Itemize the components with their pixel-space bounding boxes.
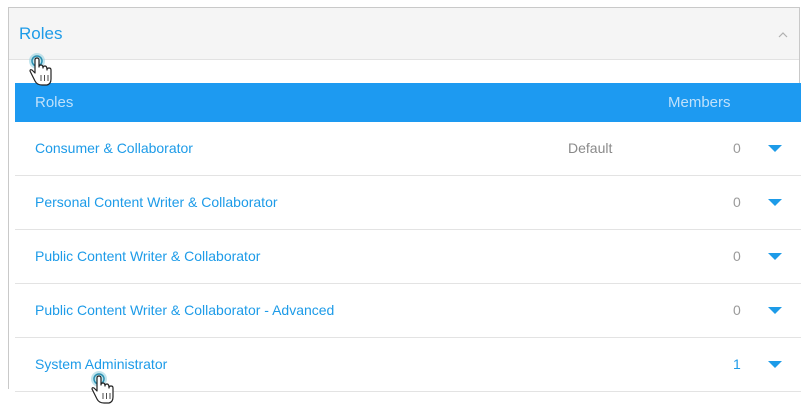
member-count: 0 [733, 248, 741, 264]
member-count: 0 [733, 302, 741, 318]
caret-down-icon[interactable] [767, 306, 783, 315]
column-header-roles: Roles [35, 94, 74, 111]
caret-down-icon[interactable] [767, 252, 783, 261]
table-row[interactable]: Public Content Writer & Collaborator 0 [15, 230, 801, 284]
table-row[interactable]: Public Content Writer & Collaborator - A… [15, 284, 801, 338]
caret-down-icon[interactable] [767, 144, 783, 153]
table-row[interactable]: Consumer & Collaborator Default 0 [15, 122, 801, 176]
roles-table: Roles Members Consumer & Collaborator De… [15, 83, 801, 392]
roles-panel-header[interactable]: Roles [9, 8, 799, 60]
member-count: 1 [733, 356, 741, 372]
chevron-up-icon[interactable] [777, 30, 789, 40]
panel-title[interactable]: Roles [19, 24, 62, 44]
role-name-link[interactable]: Public Content Writer & Collaborator - A… [35, 302, 334, 318]
caret-down-icon[interactable] [767, 198, 783, 207]
member-count: 0 [733, 140, 741, 156]
role-name-link[interactable]: Personal Content Writer & Collaborator [35, 194, 278, 210]
table-row[interactable]: Personal Content Writer & Collaborator 0 [15, 176, 801, 230]
caret-down-icon[interactable] [767, 360, 783, 369]
roles-panel: Roles Roles Members Consumer & Collabora… [8, 7, 801, 392]
hand-pointer-click-icon [91, 371, 114, 404]
table-header: Roles Members [15, 83, 801, 122]
role-name-link[interactable]: Public Content Writer & Collaborator [35, 248, 260, 264]
member-count: 0 [733, 194, 741, 210]
table-row[interactable]: System Administrator 1 [15, 338, 801, 392]
role-name-link[interactable]: Consumer & Collaborator [35, 140, 193, 156]
default-label: Default [568, 140, 613, 156]
hand-pointer-click-icon [29, 53, 52, 86]
column-header-members: Members [668, 94, 731, 111]
